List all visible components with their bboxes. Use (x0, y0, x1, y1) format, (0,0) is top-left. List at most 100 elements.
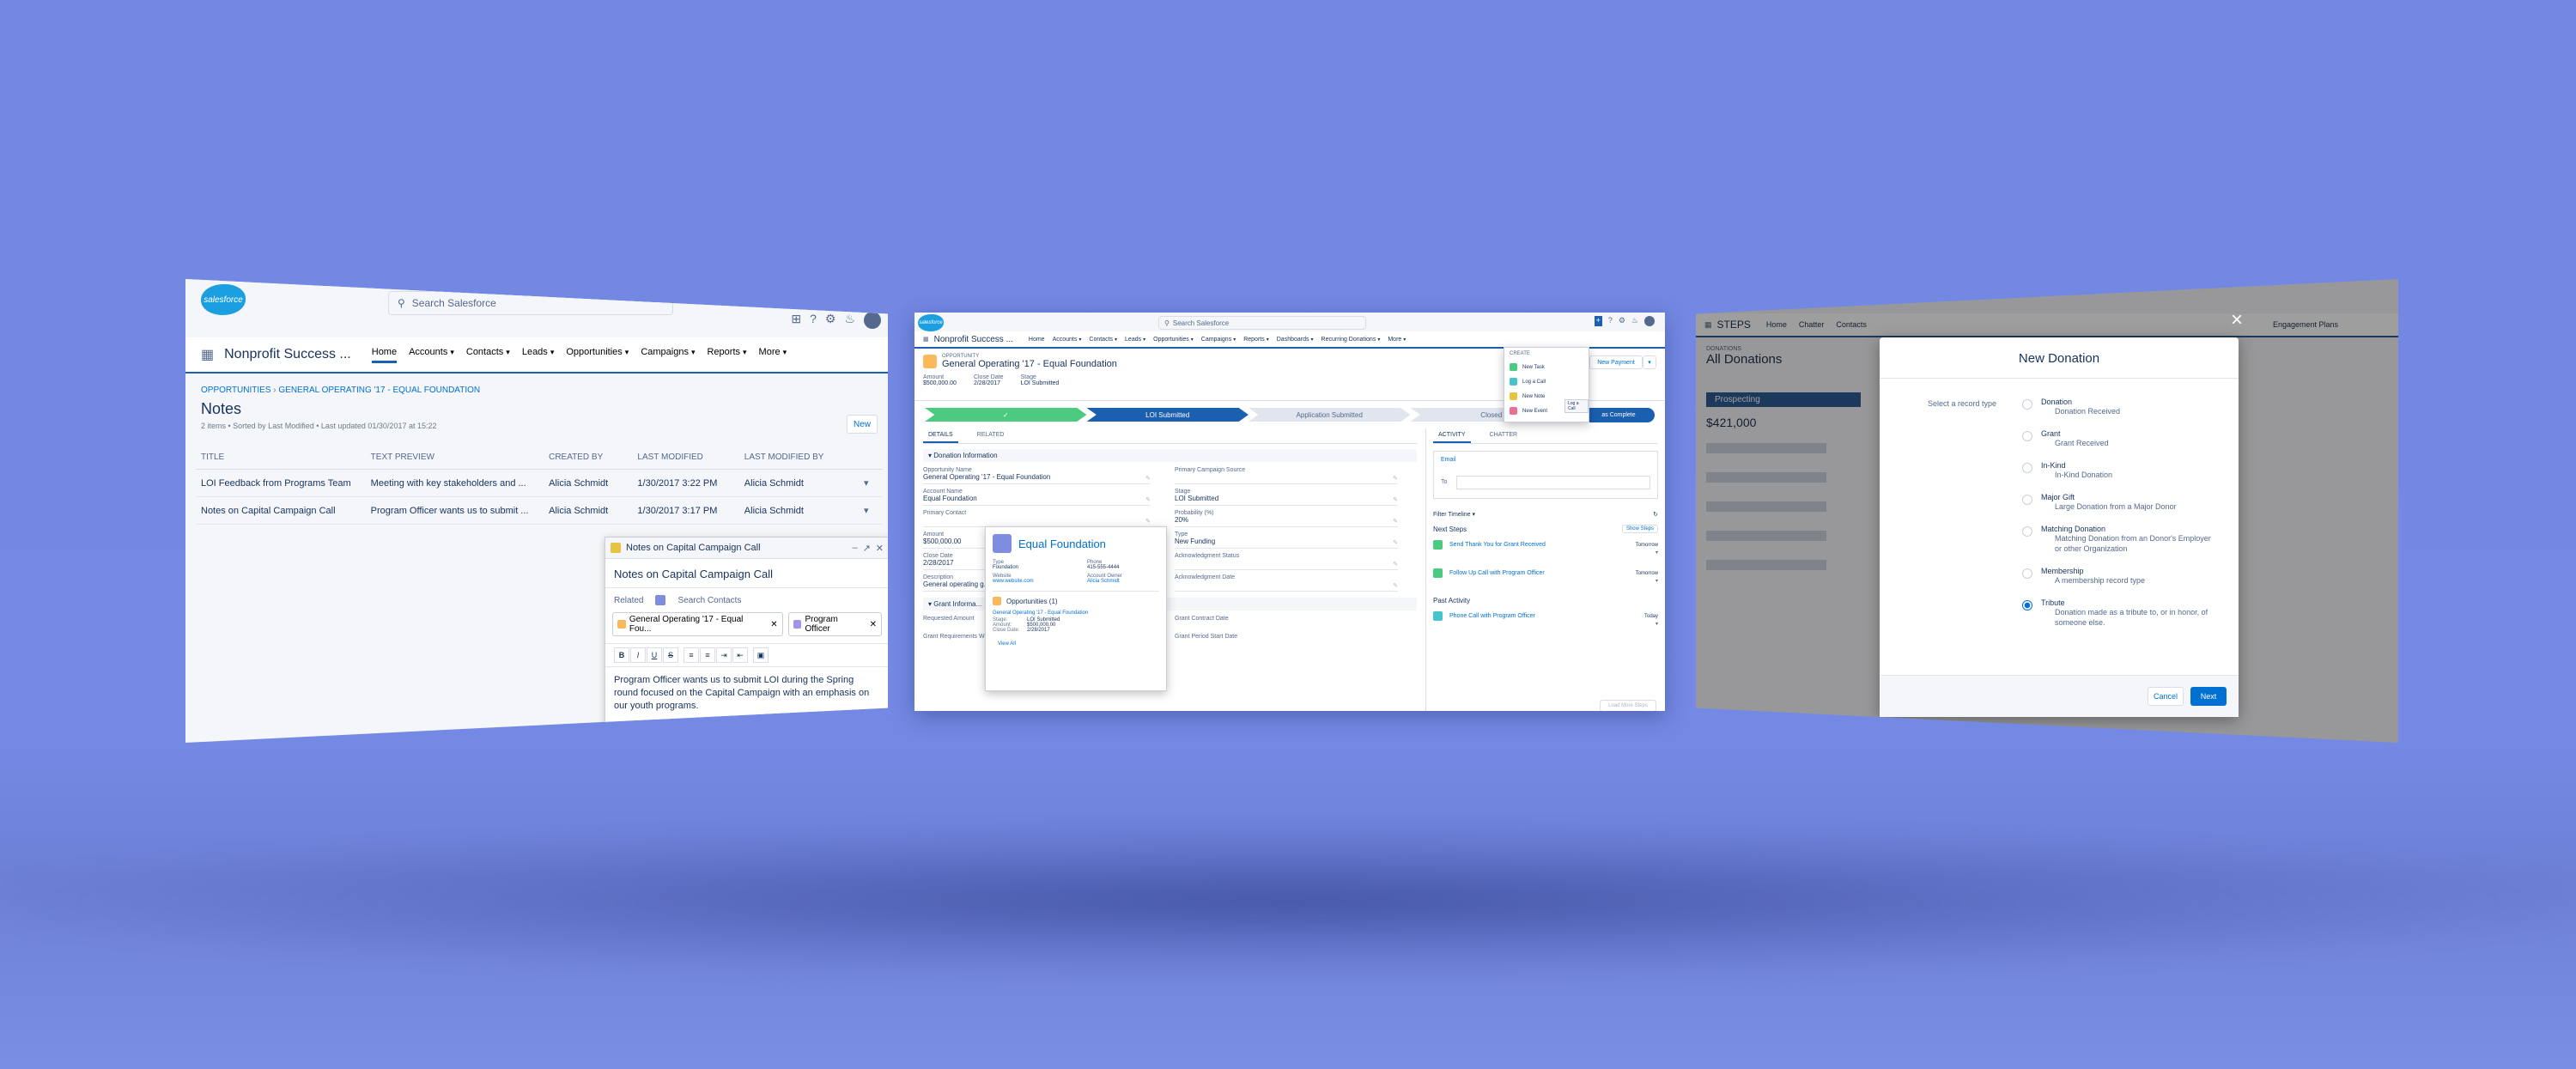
breadcrumb-record[interactable]: GENERAL OPERATING '17 - EQUAL FOUNDATION (278, 386, 480, 395)
radio-button[interactable] (2022, 568, 2032, 579)
new-note-button[interactable]: New (847, 415, 878, 434)
task-menu-icon[interactable]: ▾ (1656, 550, 1658, 556)
underline-icon[interactable]: U (647, 647, 662, 663)
edit-pencil-icon[interactable]: ✎ (1145, 518, 1151, 525)
bullet-list-icon[interactable]: ≡ (683, 647, 699, 663)
add-icon[interactable]: + (1594, 316, 1602, 326)
column-header-last-modified[interactable]: LAST MODIFIED (632, 446, 739, 470)
path-step-application[interactable]: Application Submitted (1249, 408, 1411, 422)
edit-pencil-icon[interactable]: ✎ (1145, 496, 1151, 503)
outdent-icon[interactable]: ⇤ (732, 647, 748, 663)
contact-type-icon[interactable] (655, 595, 666, 605)
hover-card-title[interactable]: Equal Foundation (1018, 538, 1106, 550)
menu-item-new-task[interactable]: New Task (1504, 360, 1589, 374)
edit-pencil-icon[interactable]: ✎ (1145, 475, 1151, 482)
modal-close-icon[interactable]: × (2231, 308, 2243, 332)
avatar[interactable] (864, 312, 881, 329)
column-header-title[interactable]: TITLE (196, 446, 366, 470)
owner-link[interactable]: Alicia Schmidt (1087, 579, 1122, 584)
nav-item-leads[interactable]: Leads ▾ (522, 347, 555, 363)
edit-pencil-icon[interactable]: ✎ (1393, 561, 1398, 568)
new-payment-button[interactable]: New Payment (1589, 355, 1643, 369)
breadcrumb-opportunities[interactable]: OPPORTUNITIES (201, 386, 271, 395)
tab-details[interactable]: DETAILS (923, 428, 958, 443)
edit-pencil-icon[interactable]: ✎ (1393, 518, 1398, 525)
website-link[interactable]: www.website.com (993, 579, 1070, 584)
nav-item-contacts[interactable]: Contacts ▾ (466, 347, 510, 363)
avatar[interactable] (1644, 316, 1655, 326)
gear-icon[interactable]: ⚙ (825, 312, 836, 329)
edit-pencil-icon[interactable]: ✎ (1393, 539, 1398, 546)
nav-item-contacts[interactable]: Contacts ▾ (1089, 337, 1117, 343)
record-type-in-kind[interactable]: In-Kind In-Kind Donation (2022, 461, 2211, 480)
record-type-donation[interactable]: Donation Donation Received (2022, 398, 2211, 416)
table-row[interactable]: LOI Feedback from Programs Team Meeting w… (196, 469, 883, 497)
next-button[interactable]: Next (2190, 687, 2227, 706)
nav-item-accounts[interactable]: Accounts ▾ (409, 347, 454, 363)
edit-pencil-icon[interactable]: ✎ (1393, 475, 1398, 482)
note-title-link[interactable]: Notes on Capital Campaign Call (196, 496, 366, 525)
nav-item-dashboards[interactable]: Dashboards ▾ (1277, 337, 1314, 343)
table-row[interactable]: Notes on Capital Campaign Call Program Of… (196, 496, 883, 525)
refresh-icon[interactable]: ↻ (1653, 511, 1658, 518)
section-donation-information[interactable]: ▾ Donation Information (923, 449, 1417, 462)
minimize-icon[interactable]: – (852, 543, 857, 554)
related-contact-pill[interactable]: Program Officer ✕ (787, 612, 882, 636)
path-step-current[interactable]: LOI Submitted (1086, 408, 1249, 422)
italic-icon[interactable]: I (630, 647, 646, 663)
radio-button[interactable] (2022, 463, 2032, 473)
numbered-list-icon[interactable]: ≡ (700, 647, 715, 663)
app-launcher-icon[interactable]: ▦ (923, 336, 929, 343)
row-actions-icon[interactable]: ▾ (859, 496, 883, 525)
radio-button[interactable] (2022, 399, 2032, 410)
menu-item-log-a-call[interactable]: Log a Call (1504, 374, 1589, 389)
radio-button[interactable] (2022, 600, 2032, 610)
nav-item-reports[interactable]: Reports ▾ (1243, 337, 1269, 343)
radio-button[interactable] (2022, 526, 2032, 537)
global-search-input[interactable]: ⚲ Search Salesforce (388, 291, 673, 315)
email-to-input[interactable] (1456, 476, 1650, 489)
record-type-membership[interactable]: Membership A membership record type (2022, 567, 2211, 586)
close-icon[interactable]: ✕ (876, 543, 884, 554)
column-header-last-modified-by[interactable]: LAST MODIFIED BY (738, 446, 860, 470)
nav-item-home[interactable]: Home (371, 347, 398, 363)
nav-item-home[interactable]: Home (1029, 337, 1045, 343)
record-type-tribute[interactable]: Tribute Donation made as a tribute to, or… (2022, 598, 2211, 628)
edit-pencil-icon[interactable]: ✎ (1393, 496, 1398, 503)
strikethrough-icon[interactable]: S (663, 647, 678, 663)
task-menu-icon[interactable]: ▾ (1656, 578, 1658, 584)
mark-complete-button[interactable]: as Complete (1583, 407, 1655, 422)
view-all-link[interactable]: View All (986, 638, 1166, 647)
expand-icon[interactable]: ↗ (863, 543, 871, 554)
radio-button[interactable] (2022, 431, 2032, 441)
note-title-link[interactable]: LOI Feedback from Programs Team (196, 469, 366, 497)
record-type-major-gift[interactable]: Major Gift Large Donation from a Major Do… (2022, 493, 2211, 512)
column-header-created-by[interactable]: CREATED BY (544, 446, 633, 470)
tab-email[interactable]: Email (1441, 457, 1456, 463)
show-steps-button[interactable]: Show Steps (1621, 525, 1658, 533)
nav-item-opportunities[interactable]: Opportunities ▾ (1153, 337, 1194, 343)
filter-timeline[interactable]: Filter Timeline ▾ (1433, 511, 1475, 518)
nav-item-more[interactable]: More ▾ (759, 347, 787, 363)
nav-item-reports[interactable]: Reports ▾ (707, 347, 746, 363)
edit-pencil-icon[interactable]: ✎ (1393, 582, 1398, 589)
remove-icon[interactable]: ✕ (770, 620, 777, 629)
nav-item-more[interactable]: More ▾ (1388, 337, 1406, 343)
nav-item-leads[interactable]: Leads ▾ (1125, 337, 1145, 343)
app-launcher-icon[interactable]: ▦ (201, 346, 214, 363)
related-opportunity-link[interactable]: General Operating '17 - Equal Foundation (993, 610, 1159, 616)
nav-item-campaigns[interactable]: Campaigns ▾ (641, 347, 695, 363)
add-icon[interactable]: ⊞ (791, 312, 801, 329)
help-icon[interactable]: ? (1608, 316, 1613, 326)
nav-item-opportunities[interactable]: Opportunities ▾ (566, 347, 629, 363)
timeline-item[interactable]: Phone Call with Program Officer Today ▾ (1433, 611, 1658, 627)
record-type-matching-donation[interactable]: Matching Donation Matching Donation from … (2022, 525, 2211, 554)
global-search-input[interactable]: ⚲ Search Salesforce (1158, 316, 1366, 330)
load-more-button[interactable]: Load More Steps (1600, 700, 1656, 711)
nav-item-recurring-donations[interactable]: Recurring Donations ▾ (1321, 337, 1381, 343)
related-opportunity-pill[interactable]: General Operating '17 - Equal Fou... ✕ (612, 612, 783, 636)
remove-icon[interactable]: ✕ (870, 620, 877, 629)
bell-icon[interactable]: ♨ (1631, 316, 1638, 326)
search-contacts-input[interactable]: Search Contacts (677, 596, 741, 605)
tab-related[interactable]: RELATED (972, 428, 1010, 443)
